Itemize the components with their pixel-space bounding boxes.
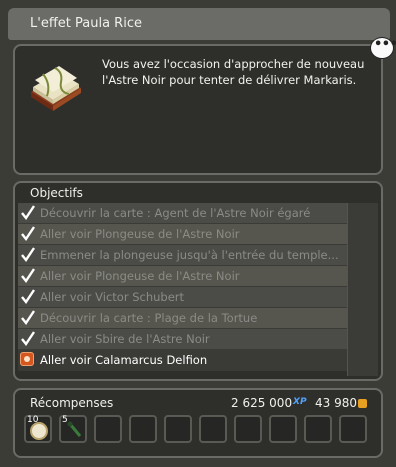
reward-slot-empty[interactable]	[129, 415, 157, 443]
checkmark-icon	[21, 226, 35, 242]
reward-slot-empty[interactable]	[164, 415, 192, 443]
reward-quantity: 5	[62, 415, 68, 425]
quest-description-box: Vous avez l'occasion d'approcher de nouv…	[13, 44, 383, 175]
checkmark-icon	[21, 289, 35, 305]
objective-row-active[interactable]: Aller voir Calamarcus Delfion	[18, 350, 348, 371]
quest-description: Vous avez l'occasion d'approcher de nouv…	[102, 57, 365, 87]
objective-label: Aller voir Victor Schubert	[40, 290, 185, 304]
reward-slot-empty[interactable]	[269, 415, 297, 443]
objectives-box: Objectifs Découvrir la carte : Agent de …	[13, 181, 383, 381]
objective-label: Aller voir Sbire de l'Astre Noir	[40, 332, 210, 346]
objective-label: Aller voir Plongeuse de l'Astre Noir	[40, 227, 240, 241]
checkmark-icon	[21, 310, 35, 326]
rewards-box: Récompenses 2 625 000 XP 43 980 10 5	[13, 388, 383, 458]
objectives-header: Objectifs	[30, 186, 83, 200]
reward-quantity: 10	[27, 415, 39, 425]
reward-slot[interactable]: 10	[24, 415, 52, 443]
objective-row[interactable]: Aller voir Plongeuse de l'Astre Noir	[18, 266, 348, 287]
kamas-icon	[358, 399, 367, 408]
kamas-amount: 43 980	[315, 396, 357, 410]
objective-row[interactable]: Aller voir Victor Schubert	[18, 287, 348, 308]
quest-book-icon	[31, 66, 81, 111]
objective-row[interactable]: Découvrir la carte : Agent de l'Astre No…	[18, 203, 348, 224]
reward-slot-empty[interactable]	[339, 415, 367, 443]
checkmark-icon	[21, 247, 35, 263]
speech-bubble-icon[interactable]: •••	[371, 37, 396, 58]
window-title: L'effet Paula Rice	[30, 16, 142, 31]
objective-label: Découvrir la carte : Agent de l'Astre No…	[40, 206, 311, 220]
reward-slot-empty[interactable]	[234, 415, 262, 443]
xp-amount: 2 625 000	[231, 396, 293, 410]
xp-icon: XP	[293, 397, 307, 407]
objectives-list: Découvrir la carte : Agent de l'Astre No…	[18, 203, 348, 371]
title-bar: L'effet Paula Rice	[8, 8, 390, 40]
objective-row[interactable]: Aller voir Plongeuse de l'Astre Noir	[18, 224, 348, 245]
objective-label: Découvrir la carte : Plage de la Tortue	[40, 311, 258, 325]
current-objective-icon	[20, 352, 34, 366]
objective-row[interactable]: Aller voir Sbire de l'Astre Noir	[18, 329, 348, 350]
objective-label: Aller voir Plongeuse de l'Astre Noir	[40, 269, 240, 283]
reward-slot[interactable]: 5	[59, 415, 87, 443]
checkmark-icon	[21, 268, 35, 284]
objective-row[interactable]: Découvrir la carte : Plage de la Tortue	[18, 308, 348, 329]
reward-slot-empty[interactable]	[304, 415, 332, 443]
checkmark-icon	[21, 205, 35, 221]
objective-row[interactable]: Emmener la plongeuse jusqu'à l'entrée du…	[18, 245, 348, 266]
objective-label: Aller voir Calamarcus Delfion	[40, 353, 208, 367]
reward-slot-empty[interactable]	[94, 415, 122, 443]
checkmark-icon	[21, 331, 35, 347]
objectives-scrollbar[interactable]	[347, 203, 378, 376]
objective-label: Emmener la plongeuse jusqu'à l'entrée du…	[40, 248, 339, 262]
tool-icon	[67, 421, 82, 437]
rewards-header: Récompenses	[30, 396, 114, 410]
quest-panel: L'effet Paula Rice Vous avez l'occasion …	[0, 0, 396, 467]
reward-slot-empty[interactable]	[199, 415, 227, 443]
